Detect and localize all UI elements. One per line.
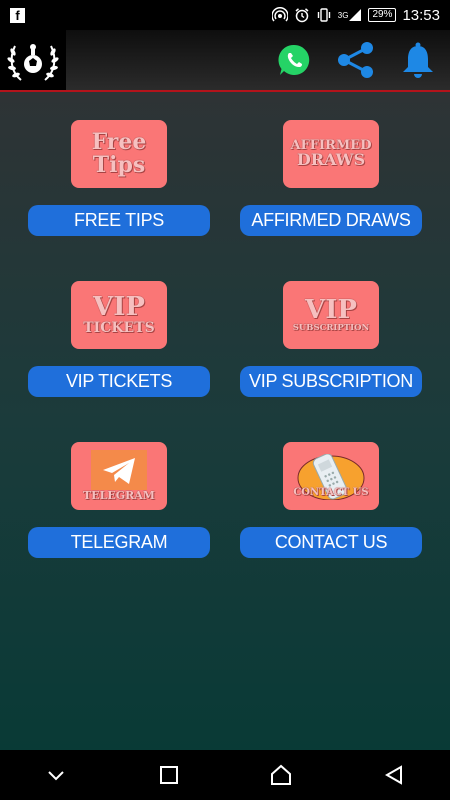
- navigation-bar: [0, 750, 450, 800]
- recents-button[interactable]: [144, 750, 194, 800]
- vip-tickets-image-text: VIP: [93, 292, 145, 322]
- vip-subscription-image-text: SUBSCRIPTION: [292, 323, 370, 334]
- free-tips-image-text: Free: [91, 128, 147, 155]
- telegram-image-text: TELEGRAM: [83, 489, 155, 503]
- contact-us-image[interactable]: CONTACT US: [283, 442, 379, 510]
- back-chevron-icon: [48, 771, 64, 781]
- menu-tile-vip-subscription: VIP SUBSCRIPTION VIP SUBSCRIPTION: [240, 281, 422, 442]
- affirmed-draws-image-text: DRAWS: [296, 150, 366, 170]
- vip-tickets-button[interactable]: VIP TICKETS: [28, 366, 210, 397]
- free-tips-image-text: Tips: [92, 152, 146, 178]
- menu-tile-affirmed-draws: AFFIRMED DRAWS AFFIRMED DRAWS: [240, 120, 422, 281]
- menu-tile-telegram: TELEGRAM TELEGRAM: [28, 442, 210, 603]
- vip-subscription-button[interactable]: VIP SUBSCRIPTION: [240, 366, 422, 397]
- share-button[interactable]: [336, 40, 376, 80]
- main-menu: Free Tips FREE TIPS AFFIRMED DRAWS AFFIR…: [0, 92, 450, 750]
- back-button[interactable]: [369, 750, 419, 800]
- back-icon: [384, 765, 402, 785]
- vip-subscription-image-text: VIP: [305, 294, 357, 325]
- laurel-wreath-football-icon: [7, 44, 59, 81]
- app-logo: [0, 30, 66, 90]
- notifications-button[interactable]: [398, 40, 438, 80]
- menu-tile-vip-tickets: VIP TICKETS VIP TICKETS: [28, 281, 210, 442]
- recents-icon: [159, 766, 178, 784]
- telegram-icon: [91, 450, 147, 491]
- free-tips-button[interactable]: FREE TIPS: [28, 205, 210, 236]
- facebook-notification-icon: f: [10, 7, 25, 23]
- home-button[interactable]: [256, 750, 306, 800]
- menu-tile-free-tips: Free Tips FREE TIPS: [28, 120, 210, 281]
- share-icon: [338, 42, 373, 78]
- battery-indicator: 29%: [368, 8, 397, 22]
- vip-tickets-image-text: TICKETS: [83, 320, 155, 337]
- menu-tile-contact-us: CONTACT US CONTACT US: [240, 442, 422, 603]
- app-bar: [0, 30, 450, 92]
- affirmed-draws-image[interactable]: AFFIRMED DRAWS: [283, 120, 379, 188]
- status-bar: f 3G 29% 13:53: [0, 0, 450, 30]
- affirmed-draws-button[interactable]: AFFIRMED DRAWS: [240, 205, 422, 236]
- telegram-button[interactable]: TELEGRAM: [28, 527, 210, 558]
- vip-subscription-image[interactable]: VIP SUBSCRIPTION: [283, 281, 379, 349]
- alarm-icon: [294, 7, 310, 23]
- contact-us-image-text: CONTACT US: [293, 486, 369, 498]
- whatsapp-button[interactable]: [274, 40, 314, 80]
- signal-icon: 3G: [338, 8, 363, 22]
- home-icon: [271, 764, 292, 785]
- free-tips-image[interactable]: Free Tips: [71, 120, 167, 188]
- bell-icon: [403, 42, 433, 78]
- clock: 13:53: [402, 6, 440, 24]
- network-type-label: 3G: [337, 10, 349, 20]
- hide-keyboard-button[interactable]: [31, 750, 81, 800]
- whatsapp-icon: [278, 44, 310, 75]
- vip-tickets-image[interactable]: VIP TICKETS: [71, 281, 167, 349]
- contact-us-button[interactable]: CONTACT US: [240, 527, 422, 558]
- telegram-image[interactable]: TELEGRAM: [71, 442, 167, 510]
- hotspot-icon: [271, 7, 288, 23]
- vibrate-icon: [316, 7, 332, 23]
